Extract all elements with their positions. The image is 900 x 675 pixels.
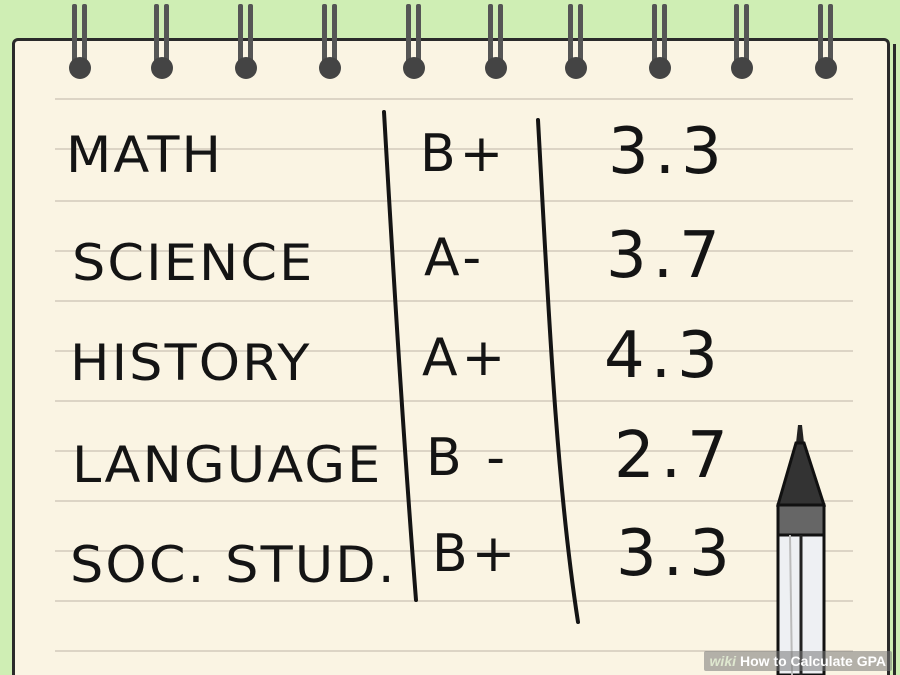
watermark-caption: wiki How to Calculate GPA — [703, 651, 892, 671]
grade-points-cell: 3.3 — [608, 115, 728, 189]
subject-cell: HISTORY — [70, 334, 312, 392]
grade-points-cell: 2.7 — [614, 419, 734, 493]
grade-cell: A- — [424, 228, 486, 288]
grade-points-cell: 4.3 — [604, 319, 724, 393]
subject-cell: SCIENCE — [72, 234, 315, 292]
grade-points-cell: 3.3 — [616, 517, 736, 591]
subject-cell: LANGUAGE — [72, 436, 383, 494]
grade-cell: A+ — [422, 328, 510, 388]
watermark-brand: wiki — [709, 653, 737, 669]
grade-cell: B+ — [432, 524, 520, 584]
pen-icon — [776, 425, 827, 675]
subject-cell: MATH — [66, 126, 224, 184]
grade-cell: B - — [426, 428, 509, 488]
grade-cell: B+ — [420, 124, 508, 184]
subject-cell: SOC. STUD. — [70, 536, 397, 594]
grade-points-cell: 3.7 — [606, 219, 726, 293]
illustration-stage: MATH B+ 3.3 SCIENCE A- 3.7 HISTORY A+ 4.… — [0, 0, 900, 675]
watermark-title: How to Calculate GPA — [740, 653, 886, 669]
